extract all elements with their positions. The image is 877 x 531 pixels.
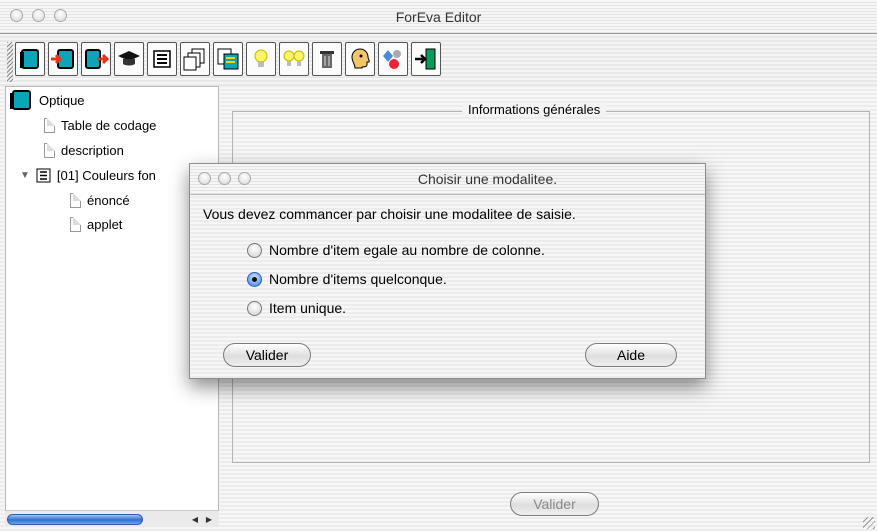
toolbar-pages-button[interactable] [180, 42, 210, 76]
dialog-minimize-button[interactable] [218, 172, 231, 185]
window-title: ForEva Editor [395, 9, 482, 25]
radio-option[interactable]: Nombre d'item egale au nombre de colonne… [247, 242, 545, 258]
radio-label: Nombre d'items quelconque. [269, 271, 447, 287]
trash-icon [320, 51, 334, 68]
tree-item[interactable]: Table de codage [44, 118, 156, 133]
head-profile-icon [351, 48, 370, 69]
book-add-icon [51, 49, 74, 69]
tree-item-label: énoncé [87, 193, 130, 208]
shapes-icon [383, 50, 401, 69]
tree-item-label: applet [87, 217, 123, 232]
document-icon [44, 143, 55, 158]
dialog-titlebar: Choisir une modalitee. [190, 164, 705, 195]
toolbar-delete-button[interactable] [312, 42, 342, 76]
toolbar-shapes-button[interactable] [378, 42, 408, 76]
dialog-aide-button[interactable]: Aide [585, 343, 677, 367]
radio-option[interactable]: Nombre d'items quelconque. [247, 271, 447, 287]
scroll-left-icon[interactable]: ◀ [189, 514, 201, 525]
toolbar-book-add-button[interactable] [48, 42, 78, 76]
document-icon [70, 217, 81, 232]
tree-item[interactable]: applet [70, 217, 122, 232]
toolbar-hints-button[interactable] [279, 42, 309, 76]
dialog-valider-button[interactable]: Valider [223, 343, 311, 367]
lightbulb-icon [254, 49, 268, 67]
book-icon [10, 90, 31, 110]
scrollbar-thumb[interactable] [7, 514, 143, 525]
toolbar-book-button[interactable] [15, 42, 45, 76]
dialog-message: Vous devez commancer par choisir une mod… [203, 206, 576, 222]
toolbar-hint-button[interactable] [246, 42, 276, 76]
document-icon [44, 118, 55, 133]
tree-item-label: description [61, 143, 124, 158]
toolbar-graduation-button[interactable] [114, 42, 144, 76]
radio-option[interactable]: Item unique. [247, 300, 346, 316]
toolbar-form-button[interactable] [147, 42, 177, 76]
tree-item[interactable]: description [44, 143, 124, 158]
tree-item[interactable]: énoncé [70, 193, 130, 208]
tree-horizontal-scrollbar[interactable]: ◀ ▶ [5, 510, 219, 527]
toolbar-copy-pages-button[interactable] [213, 42, 243, 76]
toolbar-book-remove-button[interactable] [81, 42, 111, 76]
toolbar-profile-button[interactable] [345, 42, 375, 76]
form-icon [153, 50, 171, 68]
copy-pages-icon [217, 48, 239, 70]
dialog-zoom-button[interactable] [238, 172, 251, 185]
disclosure-triangle-icon[interactable]: ▼ [20, 170, 30, 181]
form-icon [36, 168, 51, 183]
tree-group[interactable]: ▼ [01] Couleurs fon [20, 168, 156, 183]
document-icon [70, 193, 81, 208]
modality-dialog: Choisir une modalitee. Vous devez comman… [189, 163, 706, 379]
toolbar-exit-button[interactable] [411, 42, 441, 76]
pages-icon [183, 48, 205, 71]
radio-label: Item unique. [269, 300, 347, 316]
window-titlebar: ForEva Editor [0, 0, 877, 34]
tree-root-label: Optique [39, 92, 85, 108]
radio-label: Nombre d'item egale au nombre de colonne… [269, 242, 545, 258]
radio-button-selected[interactable] [247, 271, 262, 287]
radio-button[interactable] [247, 242, 262, 258]
book-icon [20, 49, 39, 69]
graduation-cap-icon [118, 51, 140, 66]
toolbar-grip[interactable] [7, 42, 13, 82]
resize-grip[interactable] [863, 517, 875, 529]
scroll-right-icon[interactable]: ▶ [203, 514, 215, 525]
tree-root[interactable]: Optique [9, 90, 85, 110]
exit-door-icon [415, 48, 436, 70]
tree-item-label: Table de codage [61, 118, 157, 133]
double-lightbulb-icon [283, 50, 305, 66]
dialog-close-button[interactable] [198, 172, 211, 185]
book-remove-icon [85, 49, 109, 69]
general-info-legend: Informations générales [462, 102, 607, 117]
main-valider-button[interactable]: Valider [510, 492, 599, 516]
dialog-title: Choisir une modalitee. [417, 171, 558, 187]
radio-button[interactable] [247, 300, 262, 316]
tree-group-label: [01] Couleurs fon [56, 168, 156, 183]
